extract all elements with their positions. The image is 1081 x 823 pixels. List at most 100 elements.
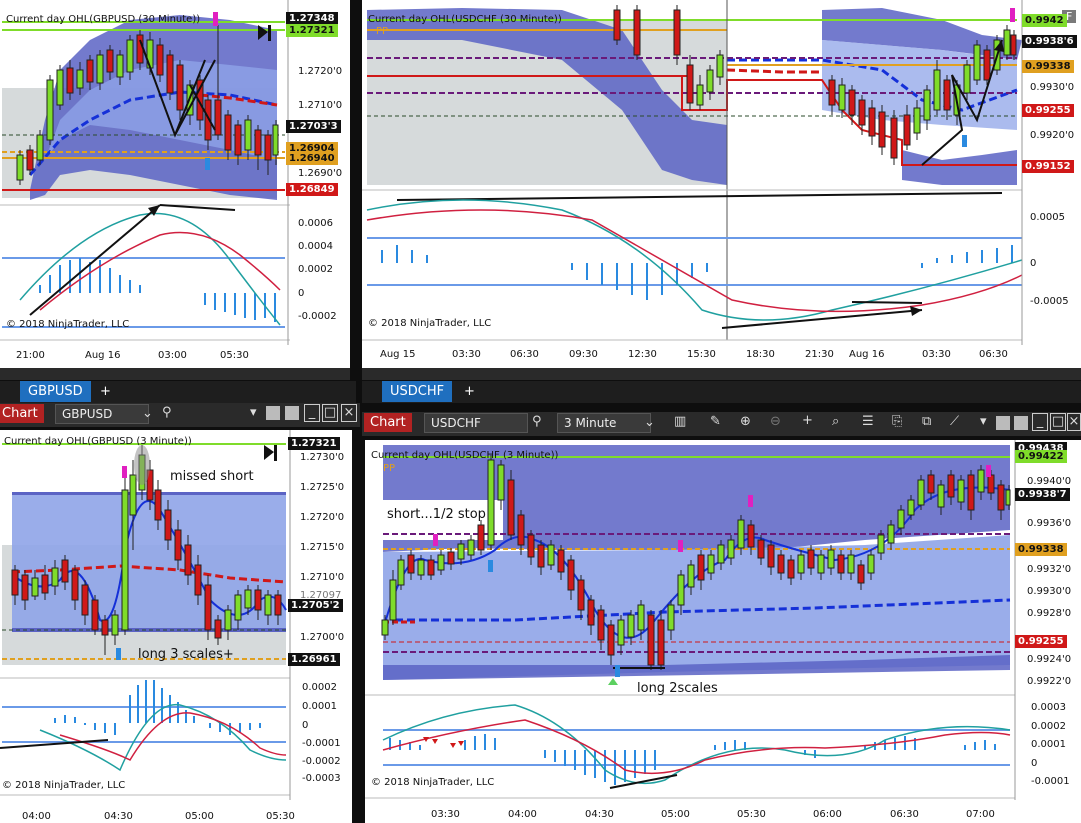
price-label-red: 0.99255: [1015, 635, 1067, 648]
chart-usdchf-3min[interactable]: Current day OHL(USDCHF (3 Minute)) PP sh…: [365, 440, 1081, 823]
osc-tick: 0.0002: [298, 264, 333, 275]
price-tick: 0.9924'0: [1027, 654, 1072, 665]
dropdown-arrow-icon[interactable]: ▾: [250, 405, 257, 420]
minimize-icon[interactable]: _: [1032, 413, 1048, 431]
time-tick: 05:30: [266, 811, 295, 822]
horizontal-scrollbar[interactable]: [362, 368, 1081, 380]
zoom-in-icon[interactable]: ⊕: [740, 414, 751, 429]
price-tick: 0.9930'0: [1027, 586, 1072, 597]
time-tick: 06:30: [890, 809, 919, 820]
note-long: long 3 scales+: [138, 647, 234, 662]
close-icon[interactable]: ×: [341, 404, 357, 422]
time-tick: 03:00: [158, 350, 187, 361]
price-label-current: 1.2705'2: [288, 599, 343, 612]
osc-tick: 0.0001: [302, 701, 337, 712]
time-tick: 04:30: [104, 811, 133, 822]
note-short: short...1/2 stop: [387, 507, 486, 522]
add-tab-button[interactable]: +: [458, 381, 481, 402]
price-label-current: 0.9938'6: [1022, 35, 1077, 48]
time-tick: 07:00: [966, 809, 995, 820]
window-tile-icon[interactable]: [285, 406, 299, 420]
instrument-select[interactable]: USDCHF: [424, 413, 528, 433]
search-icon[interactable]: ⚲: [162, 405, 172, 420]
time-tick: 06:00: [813, 809, 842, 820]
osc-tick: 0: [1030, 258, 1037, 269]
horizontal-scrollbar[interactable]: [0, 368, 350, 380]
osc-tick: 0: [302, 720, 309, 731]
maximize-icon[interactable]: □: [322, 404, 338, 422]
chart-trader-icon[interactable]: ⟋: [950, 414, 959, 429]
copyright: © 2018 NinjaTrader, LLC: [6, 319, 130, 330]
price-label-orange2: 1.26940: [286, 152, 338, 165]
time-tick: 21:30: [805, 349, 834, 360]
bar-type-icon[interactable]: ▥: [674, 414, 686, 429]
price-tick: 0.9920'0: [1030, 130, 1075, 141]
pivot-pp-label: PP: [376, 26, 389, 37]
note-long: long 2scales: [637, 681, 718, 696]
indicator-title: Current day OHL(GBPUSD (30 Minute)): [6, 14, 201, 25]
strategies-icon[interactable]: ⧉: [922, 414, 931, 429]
price-tick: 1.2690'0: [298, 168, 343, 179]
time-tick: 09:30: [569, 349, 598, 360]
chart-menu-button[interactable]: Chart: [364, 413, 412, 432]
minimize-icon[interactable]: _: [304, 404, 320, 422]
chart-gbpusd-3min[interactable]: Current day OHL(GBPUSD (3 Minute)) misse…: [0, 430, 352, 823]
price-label-green: 1.27321: [288, 437, 340, 450]
price-label-red: 1.26849: [286, 183, 338, 196]
price-label-green: 0.99422: [1015, 450, 1067, 463]
chevron-down-icon[interactable]: ⌄: [142, 406, 153, 421]
tab-bar-right: USDCHF +: [362, 381, 1081, 403]
window-tile-icon[interactable]: [996, 416, 1010, 430]
templates-icon[interactable]: ⎘: [892, 414, 902, 429]
add-tab-button[interactable]: +: [94, 381, 117, 402]
chart-usdchf-30min[interactable]: Current day OHL(USDCHF (30 Minute)) PP F…: [362, 0, 1081, 368]
price-tick: 1.2715'0: [300, 542, 345, 553]
dropdown-arrow-icon[interactable]: ▾: [980, 414, 987, 429]
price-label-current: 0.9938'7: [1015, 488, 1070, 501]
time-tick: 03:30: [431, 809, 460, 820]
price-tick: 1.2710'0: [298, 100, 343, 111]
chart-menu-button[interactable]: Chart: [0, 404, 44, 423]
time-tick: 04:30: [585, 809, 614, 820]
osc-tick: 0.0004: [298, 241, 333, 252]
window-tile-icon[interactable]: [266, 406, 280, 420]
pivot-pp-label: PP: [383, 463, 396, 474]
price-tick: 1.2700'0: [300, 632, 345, 643]
close-icon[interactable]: ×: [1067, 413, 1081, 431]
copyright: © 2018 NinjaTrader, LLC: [371, 777, 495, 788]
instrument-select[interactable]: GBPUSD: [55, 404, 149, 424]
price-tick: 0.9928'0: [1027, 608, 1072, 619]
data-box-icon[interactable]: ⌕: [832, 414, 839, 429]
price-tick: 1.2710'0: [300, 572, 345, 583]
time-tick: Aug 16: [85, 350, 121, 361]
osc-tick: 0.0003: [1031, 702, 1066, 713]
osc-tick: 0.0006: [298, 218, 333, 229]
time-tick: Aug 15: [380, 349, 416, 360]
time-tick: 06:30: [510, 349, 539, 360]
window-tile-icon[interactable]: [1014, 416, 1028, 430]
osc-tick: 0: [1031, 758, 1038, 769]
tab-gbpusd[interactable]: GBPUSD: [20, 381, 91, 402]
price-tick: 0.9930'0: [1030, 82, 1075, 93]
price-label-green: 1.27321: [286, 24, 338, 37]
time-tick: 03:30: [452, 349, 481, 360]
time-tick: 21:00: [16, 350, 45, 361]
osc-tick: -0.0001: [302, 738, 341, 749]
zoom-out-icon[interactable]: ⊖: [770, 414, 781, 429]
maximize-icon[interactable]: □: [1050, 413, 1066, 431]
search-icon[interactable]: ⚲: [532, 414, 542, 429]
chevron-down-icon[interactable]: ⌄: [644, 415, 655, 430]
price-tick: 1.2720'0: [300, 512, 345, 523]
time-tick: 18:30: [746, 349, 775, 360]
osc-tick: -0.0005: [1030, 296, 1069, 307]
price-tick: 1.2720'0: [298, 66, 343, 77]
tab-usdchf[interactable]: USDCHF: [382, 381, 453, 402]
properties-icon[interactable]: ☰: [862, 414, 874, 429]
chart-gbpusd-30min[interactable]: Current day OHL(GBPUSD (30 Minute)) 1.27…: [0, 0, 350, 368]
copyright: © 2018 NinjaTrader, LLC: [2, 780, 126, 791]
osc-tick: 0.0002: [302, 682, 337, 693]
pencil-icon[interactable]: ✎: [710, 414, 721, 429]
crosshair-icon[interactable]: +: [802, 413, 813, 428]
interval-select[interactable]: 3 Minute: [557, 413, 651, 433]
osc-tick: -0.0003: [302, 773, 341, 784]
